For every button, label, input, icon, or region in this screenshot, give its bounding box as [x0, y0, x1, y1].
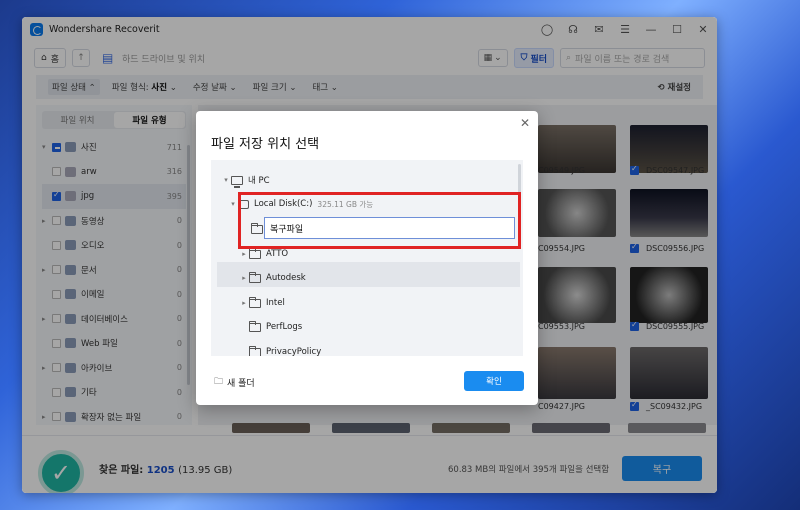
new-folder-button[interactable]: 🗀 새 폴더: [214, 374, 255, 390]
tree-item-folder[interactable]: PrivacyPolicy: [239, 342, 321, 356]
chevron-right-icon: ▸: [242, 299, 246, 307]
folder-icon: [249, 345, 261, 356]
folder-icon: [249, 271, 261, 283]
folder-icon: [249, 320, 261, 332]
chevron-right-icon: ▸: [242, 250, 246, 258]
folder-icon: [249, 296, 261, 308]
tree-item-my-pc[interactable]: ▾ 내 PC: [221, 170, 270, 190]
annotation-highlight-box: [238, 192, 521, 249]
folder-icon: [249, 247, 261, 259]
tree-item-folder[interactable]: ▸ Autodesk: [239, 268, 306, 288]
confirm-button[interactable]: 확인: [464, 371, 524, 391]
chevron-down-icon: ▾: [224, 176, 228, 184]
close-icon[interactable]: ✕: [520, 116, 530, 130]
tree-item-folder[interactable]: PerfLogs: [239, 317, 302, 337]
chevron-right-icon: ▸: [242, 274, 246, 282]
save-location-dialog: ✕ 파일 저장 위치 선택 ▾ 내 PC ▾ Local Disk(C:) 32…: [196, 111, 538, 405]
computer-icon: [231, 175, 243, 188]
folder-tree: ▾ 내 PC ▾ Local Disk(C:) 325.11 GB 가능 복구파…: [211, 160, 523, 356]
new-folder-icon: 🗀: [214, 377, 224, 387]
chevron-down-icon: ▾: [231, 200, 235, 208]
tree-item-folder[interactable]: ▸ Intel: [239, 293, 285, 313]
dialog-title: 파일 저장 위치 선택: [211, 137, 320, 152]
